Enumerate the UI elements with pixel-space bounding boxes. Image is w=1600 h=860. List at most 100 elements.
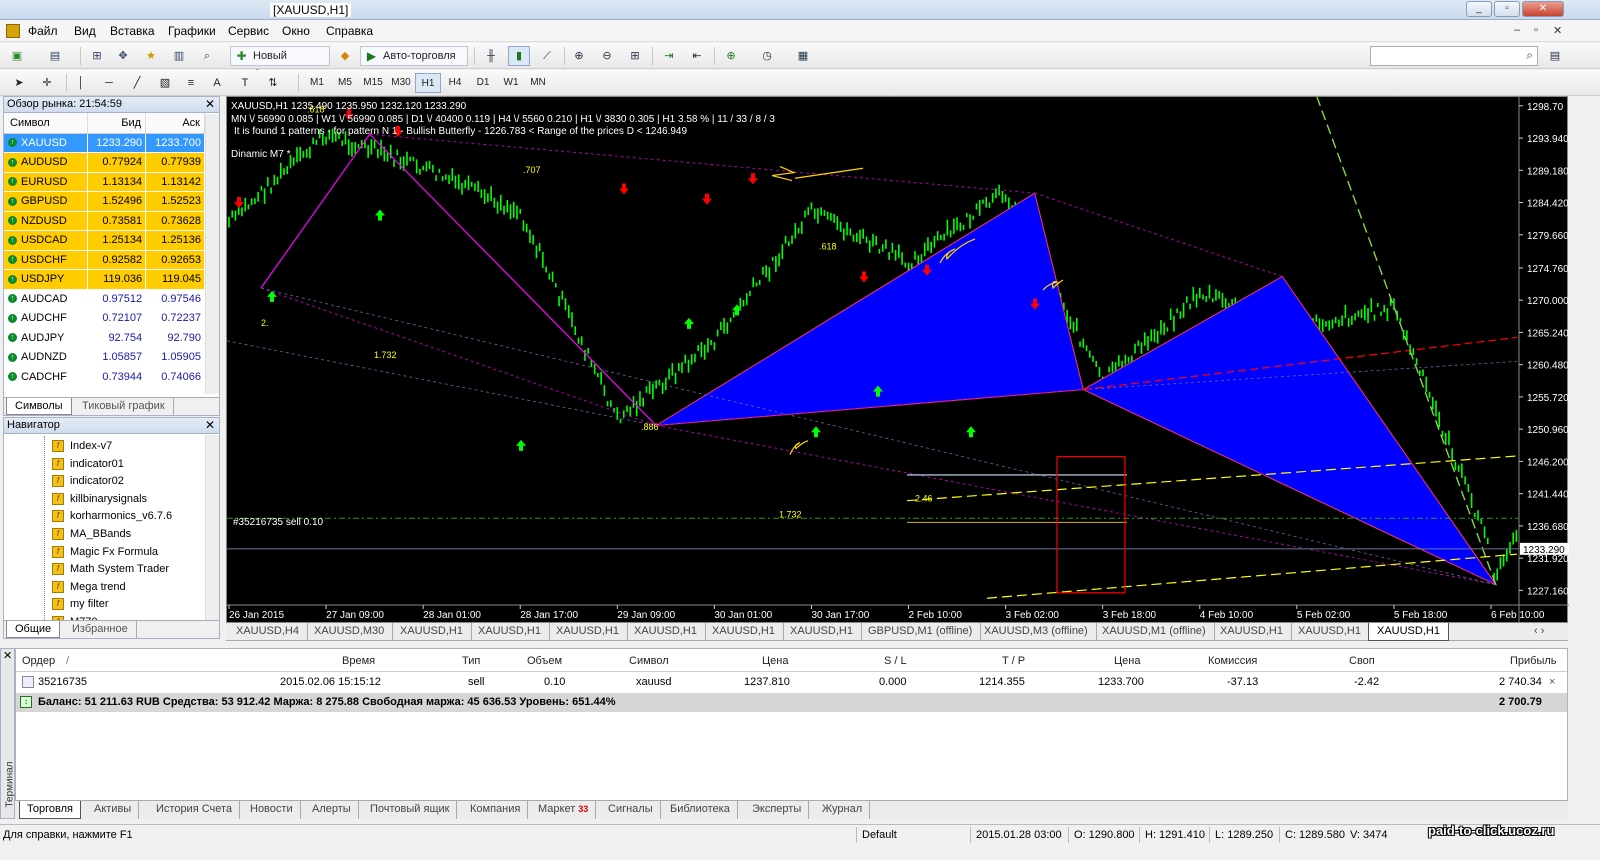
indicators-icon[interactable]: ⊕ [720,46,742,66]
terminal-tab[interactable]: Сигналы [601,801,661,819]
tf-m1[interactable]: M1 [304,73,330,93]
chart-tab[interactable]: XAUUSD,H1 [1212,623,1292,641]
market-row-audusd[interactable]: ↑ AUDUSD 0.77924 0.77939 [4,152,205,173]
metaeditor-icon[interactable]: ◆ [334,46,356,66]
col-profit[interactable]: Прибыль [1510,655,1557,667]
minimize-button[interactable]: _ [1466,1,1492,17]
mdi-minimize-icon[interactable]: – [1514,24,1520,36]
market-row-audjpy[interactable]: ↑ AUDJPY 92.754 92.790 [4,328,205,348]
new-order-button[interactable]: ✚ Новый Ордер [230,46,330,80]
terminal-tab[interactable]: История Счета [149,801,241,819]
tf-h4[interactable]: H4 [442,73,468,93]
chart-tab[interactable]: XAUUSD,M1 (offline) [1094,623,1215,641]
chart-shift-icon[interactable]: ⇤ [686,46,708,66]
market-row-audnzd[interactable]: ↑ AUDNZD 1.05857 1.05905 [4,347,205,368]
terminal-tab[interactable]: Торговля [19,801,81,819]
tf-m30[interactable]: M30 [388,73,414,93]
col-swap[interactable]: Своп [1349,655,1375,667]
arrows-icon[interactable]: ⇅ [262,73,284,93]
terminal-icon[interactable]: ▥ [168,46,190,66]
tab-tick-chart[interactable]: Тиковый график [74,398,174,415]
chart-tab[interactable]: XAUUSD,H1 [1368,623,1449,641]
market-row-audcad[interactable]: ↑ AUDCAD 0.97512 0.97546 [4,289,205,309]
market-row-cadchf[interactable]: ↑ CADCHF 0.73944 0.74066 [4,367,205,387]
auto-scroll-icon[interactable]: ⇥ [658,46,680,66]
tf-mn[interactable]: MN [525,73,551,93]
close-icon[interactable]: ✕ [205,418,215,433]
chart-tab[interactable]: XAUUSD,H1 [626,623,706,641]
market-row-xauusd[interactable]: ↑ XAUUSD 1233.290 1233.700 [4,133,205,153]
terminal-tab[interactable]: Библиотека [663,801,738,819]
navigator-item[interactable]: f indicator02 [52,473,124,491]
periods-icon[interactable]: ◷ [756,46,778,66]
chart-tab[interactable]: XAUUSD,H1 [548,623,628,641]
zoom-in-icon[interactable]: ⊕ [568,46,590,66]
mdi-close-icon[interactable]: ✕ [1553,24,1562,37]
candlestick-icon[interactable]: ▮ [508,46,530,66]
market-watch-scrollbar[interactable] [205,114,219,394]
templates-icon[interactable]: ▦ [792,46,814,66]
market-row-usdcad[interactable]: ↑ USDCAD 1.25134 1.25136 [4,230,205,251]
navigator-item[interactable]: f indicator01 [52,456,124,474]
restore-button[interactable]: ▫ [1494,1,1520,17]
close-order-icon[interactable]: × [1549,676,1555,688]
terminal-tab[interactable]: Алерты [305,801,359,819]
order-row[interactable]: 35216735 2015.02.06 15:15:12 sell 0.10 x… [16,673,1567,692]
chart-tab[interactable]: XAUUSD,M30 [306,623,394,641]
navigator-item[interactable]: f MA_BBands [52,526,131,544]
menu-view[interactable]: Вид [74,24,96,38]
chart-tab[interactable]: XAUUSD,H1 [704,623,784,641]
col-symbol[interactable]: Символ [629,655,669,667]
market-row-usdchf[interactable]: ↑ USDCHF 0.92582 0.92653 [4,250,205,270]
fibonacci-icon[interactable]: ≡ [180,73,202,93]
col-time[interactable]: Время [342,655,375,667]
col-ask[interactable]: Аск [145,113,205,134]
tf-m15[interactable]: M15 [360,73,386,93]
chart-tab[interactable]: GBPUSD,M1 (offline) [860,623,982,641]
navigator-item[interactable]: f Math System Trader [52,561,169,579]
text-label-icon[interactable]: T [234,73,256,93]
navigator-item[interactable]: f Index-v7 [52,438,112,456]
equidistant-channel-icon[interactable]: ▧ [154,73,176,93]
menu-charts[interactable]: Графики [168,24,216,38]
market-row-audchf[interactable]: ↑ AUDCHF 0.72107 0.72237 [4,308,205,329]
navigator-item[interactable]: f Mega trend [52,579,126,597]
close-icon[interactable]: ✕ [3,649,12,662]
search-input[interactable]: ⌕ [1370,46,1538,66]
terminal-tab[interactable]: Почтовый ящик [363,801,458,819]
navigator-item[interactable]: f my filter [52,596,109,614]
terminal-tab[interactable]: Активы [87,801,140,819]
chart-tab[interactable]: XAUUSD,M3 (offline) [976,623,1097,641]
col-volume[interactable]: Объем [527,655,562,667]
market-row-eurusd[interactable]: ↑ EURUSD 1.13134 1.13142 [4,172,205,192]
menu-help[interactable]: Справка [326,24,373,38]
tf-w1[interactable]: W1 [498,73,524,93]
terminal-tab[interactable]: Эксперты [745,801,810,819]
terminal-tab[interactable]: Компания [463,801,529,819]
chart-tab[interactable]: XAUUSD,H1 [392,623,472,641]
navigator-item[interactable]: f korharmonics_v6.7.6 [52,508,172,526]
price-chart[interactable]: 1298.70 1293.940 1289.180 1284.420 1279.660 1… [227,97,1569,624]
chart-tab[interactable]: XAUUSD,H4 [228,623,308,641]
market-row-gbpusd[interactable]: ↑ GBPUSD 1.52496 1.52523 [4,191,205,212]
close-button[interactable]: ✕ [1522,1,1564,17]
tf-d1[interactable]: D1 [470,73,496,93]
profiles-icon[interactable]: ▤ [44,46,66,66]
line-chart-icon[interactable]: ⟋ [536,46,558,66]
col-tp[interactable]: T / P [1002,655,1025,667]
navigator-item[interactable]: f killbinarysignals [52,491,147,509]
market-watch-icon[interactable]: ⊞ [86,46,108,66]
market-row-nzdusd[interactable]: ↑ NZDUSD 0.73581 0.73628 [4,211,205,231]
market-row-usdjpy[interactable]: ↑ USDJPY 119.036 119.045 [4,269,205,290]
cursor-icon[interactable]: ➤ [8,73,30,93]
text-icon[interactable]: A [206,73,228,93]
tab-symbols[interactable]: Символы [6,398,72,415]
menu-insert[interactable]: Вставка [110,24,155,38]
chart-tab[interactable]: XAUUSD,H1 [782,623,862,641]
col-symbol[interactable]: Символ [4,113,89,134]
col-type[interactable]: Тип [462,655,480,667]
terminal-tab[interactable]: Журнал [815,801,871,819]
col-cur-price[interactable]: Цена [1114,655,1140,667]
col-order[interactable]: Ордер [22,655,55,667]
navigator-item[interactable]: f Magic Fx Formula [52,544,158,562]
